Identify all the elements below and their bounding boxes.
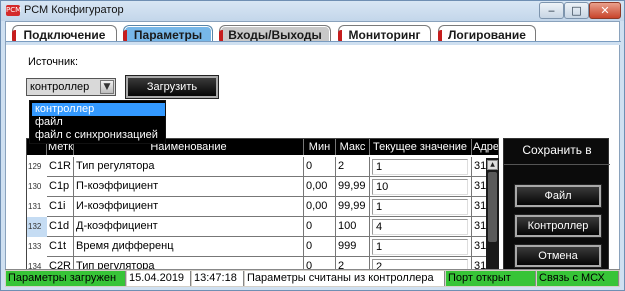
- cell-min[interactable]: 0: [304, 217, 336, 237]
- minimize-button[interactable]: ‒: [539, 2, 564, 19]
- source-option-file-sync[interactable]: файл с синхронизацией: [32, 129, 165, 142]
- app-window: PCM РСМ Конфигуратор ‒ □ ✕ Подключение П…: [0, 0, 625, 291]
- cell-current-value[interactable]: 1: [370, 197, 472, 217]
- app-icon: PCM: [6, 5, 22, 16]
- cell-tag[interactable]: C1p: [47, 177, 74, 197]
- status-date: 15.04.2019: [127, 271, 191, 286]
- scrollbar-thumb[interactable]: [488, 172, 497, 242]
- cancel-button[interactable]: Отмена: [514, 244, 602, 268]
- title-bar[interactable]: PCM РСМ Конфигуратор ‒ □ ✕: [1, 1, 624, 21]
- status-link: Связь с МСХ: [537, 271, 619, 286]
- cell-min[interactable]: 0: [304, 157, 336, 177]
- maximize-button[interactable]: □: [564, 2, 589, 19]
- column-header-max: Макс: [336, 139, 370, 155]
- cell-current-value[interactable]: 10: [370, 177, 472, 197]
- cell-tag[interactable]: C1R: [47, 157, 74, 177]
- column-header-current: Текущее значение: [370, 139, 472, 155]
- cell-tag[interactable]: C1t: [47, 237, 74, 257]
- client-area: Подключение Параметры Входы/Выходы Монит…: [5, 21, 621, 287]
- scroll-up-icon[interactable]: ▲: [487, 160, 498, 170]
- cell-current-value[interactable]: 4: [370, 217, 472, 237]
- window-title: РСМ Конфигуратор: [24, 4, 124, 16]
- save-panel-title: Сохранить в: [522, 143, 592, 157]
- source-select-value: контроллер: [30, 81, 90, 93]
- source-label: Источник:: [28, 56, 79, 68]
- save-to-file-button[interactable]: Файл: [514, 184, 602, 208]
- source-dropdown-list: контроллер файл файл с синхронизацией: [29, 100, 166, 144]
- cell-max[interactable]: 999: [336, 237, 370, 257]
- source-option-file[interactable]: файл: [32, 116, 165, 129]
- cell-name[interactable]: Д-коэффициент: [74, 217, 304, 237]
- close-button[interactable]: ✕: [589, 2, 621, 19]
- load-button[interactable]: Загрузить: [125, 75, 219, 99]
- cell-name[interactable]: Время дифференц: [74, 237, 304, 257]
- row-number: 130: [27, 177, 47, 197]
- row-number: 132: [27, 217, 47, 237]
- cell-current-value[interactable]: 1: [370, 157, 472, 177]
- row-number: 129: [27, 157, 47, 177]
- save-panel-divider: [504, 164, 610, 165]
- cell-max[interactable]: 99,99: [336, 177, 370, 197]
- column-header-min: Мин: [304, 139, 336, 155]
- cell-max[interactable]: 100: [336, 217, 370, 237]
- save-to-controller-button[interactable]: Контроллер: [514, 214, 602, 238]
- current-value-input[interactable]: 1: [372, 199, 468, 215]
- cell-name[interactable]: Тип регулятора: [74, 157, 304, 177]
- source-select[interactable]: контроллер ▼: [26, 78, 116, 96]
- cell-max[interactable]: 99,99: [336, 197, 370, 217]
- current-value-input[interactable]: 4: [372, 219, 468, 235]
- current-value-input[interactable]: 1: [372, 159, 468, 175]
- current-value-input[interactable]: 10: [372, 179, 468, 195]
- parameters-table: Метка Наименование Мин Макс Текущее знач…: [26, 138, 499, 282]
- row-number: 131: [27, 197, 47, 217]
- cell-current-value[interactable]: 1: [370, 237, 472, 257]
- cell-tag[interactable]: C1d: [47, 217, 74, 237]
- column-header-address: Адрес: [472, 139, 499, 155]
- chevron-down-icon[interactable]: ▼: [100, 80, 114, 94]
- cell-name[interactable]: П-коэффициент: [74, 177, 304, 197]
- status-port: Порт открыт: [446, 271, 536, 286]
- status-time: 13:47:18: [192, 271, 244, 286]
- cell-min[interactable]: 0: [304, 237, 336, 257]
- cell-max[interactable]: 2: [336, 157, 370, 177]
- cell-name[interactable]: И-коэффициент: [74, 197, 304, 217]
- current-value-input[interactable]: 1: [372, 239, 468, 255]
- row-number: 133: [27, 237, 47, 257]
- save-panel: Сохранить в Файл Контроллер Отмена: [503, 138, 610, 282]
- source-option-controller[interactable]: контроллер: [32, 103, 165, 116]
- cell-min[interactable]: 0,00: [304, 177, 336, 197]
- status-bar: Параметры загружен 15.04.2019 13:47:18 П…: [5, 269, 620, 287]
- cell-tag[interactable]: C1i: [47, 197, 74, 217]
- tab-panel-border: [6, 41, 621, 45]
- status-detail: Параметры считаны из контроллера: [245, 271, 445, 286]
- cell-min[interactable]: 0,00: [304, 197, 336, 217]
- table-scrollbar[interactable]: ▲ ▼: [486, 158, 499, 282]
- status-message: Параметры загружен: [6, 271, 126, 286]
